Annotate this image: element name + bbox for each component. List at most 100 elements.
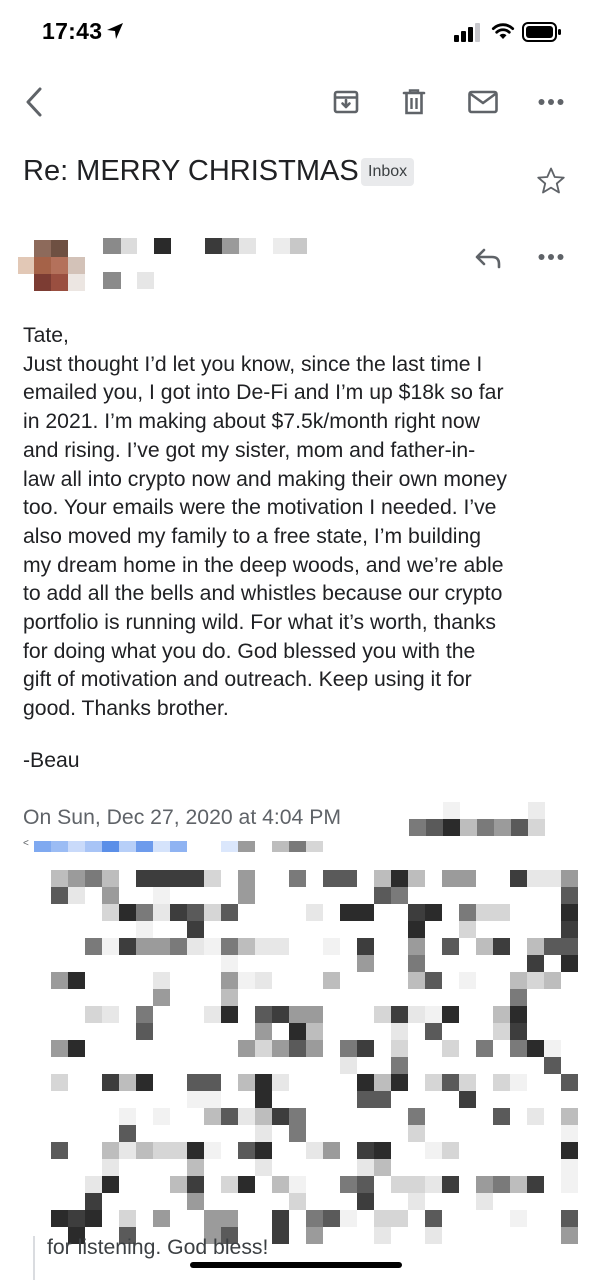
redaction-pixel	[204, 938, 221, 955]
redaction-pixel	[136, 870, 153, 887]
status-bar: 17:43	[0, 0, 592, 64]
redaction-pixel	[425, 1210, 442, 1227]
redaction-pixel	[68, 1210, 85, 1227]
redaction-pixel	[323, 1210, 340, 1227]
redaction-pixel	[340, 1210, 357, 1227]
redaction-pixel	[477, 819, 494, 836]
redaction-pixel	[561, 955, 578, 972]
body-line: Just thought I’d let you know, since the…	[23, 352, 483, 376]
redaction-pixel	[238, 841, 255, 852]
redaction-pixel	[306, 904, 323, 921]
redaction-pixel	[102, 904, 119, 921]
redaction-pixel	[289, 1108, 306, 1125]
redaction-pixel	[51, 972, 68, 989]
redaction-pixel	[153, 938, 170, 955]
redaction-pixel	[357, 1193, 374, 1210]
redaction-pixel	[561, 1227, 578, 1244]
more-horizontal-icon	[538, 99, 564, 105]
redaction-pixel	[510, 1074, 527, 1091]
redaction-pixel	[442, 1142, 459, 1159]
redaction-pixel	[561, 938, 578, 955]
redaction-pixel	[561, 1074, 578, 1091]
more-horizontal-icon	[538, 254, 564, 260]
redaction-pixel	[170, 1176, 187, 1193]
redaction-pixel	[102, 1006, 119, 1023]
redaction-pixel	[357, 955, 374, 972]
redaction-pixel	[459, 904, 476, 921]
message-more-button[interactable]	[530, 242, 572, 272]
redaction-pixel	[187, 1074, 204, 1091]
redaction-pixel	[272, 1074, 289, 1091]
redaction-pixel	[306, 1040, 323, 1057]
redaction-pixel	[443, 802, 460, 819]
back-button[interactable]	[14, 84, 54, 120]
redaction-pixel	[408, 870, 425, 887]
redaction-pixel	[493, 1176, 510, 1193]
redaction-pixel	[374, 1091, 391, 1108]
mail-icon	[468, 90, 498, 114]
star-button[interactable]	[531, 162, 571, 200]
delete-button[interactable]	[394, 84, 434, 120]
redaction-pixel	[221, 841, 238, 852]
redaction-pixel	[544, 1040, 561, 1057]
redaction-pixel	[119, 1142, 136, 1159]
redaction-pixel	[170, 1142, 187, 1159]
more-options-button[interactable]	[530, 86, 572, 118]
redaction-pixel	[476, 904, 493, 921]
redaction-pixel	[289, 1023, 306, 1040]
redaction-pixel	[510, 972, 527, 989]
redaction-pixel	[527, 1108, 544, 1125]
redaction-pixel	[85, 1193, 102, 1210]
redaction-pixel	[238, 1108, 255, 1125]
redaction-pixel	[425, 1006, 442, 1023]
redaction-pixel	[425, 1074, 442, 1091]
redaction-pixel	[119, 938, 136, 955]
body-line: emailed you, I got into De-Fi and I’m up…	[23, 381, 504, 405]
redaction-pixel	[442, 938, 459, 955]
redaction-pixel	[221, 955, 238, 972]
email-body: Tate, Just thought I’d let you know, sin…	[23, 322, 573, 724]
redaction-pixel	[374, 1074, 391, 1091]
redaction-pixel	[527, 1040, 544, 1057]
redaction-pixel	[153, 989, 170, 1006]
redaction-pixel	[255, 1074, 272, 1091]
redaction-pixel	[136, 904, 153, 921]
redaction-pixel	[238, 1040, 255, 1057]
body-line: to add all the bells and whistles becaus…	[23, 582, 503, 606]
reply-button[interactable]	[468, 240, 508, 276]
redaction-pixel	[340, 1040, 357, 1057]
redaction-pixel	[102, 1159, 119, 1176]
redaction-pixel	[136, 841, 153, 852]
sender-name-redacted[interactable]	[103, 238, 313, 292]
redaction-pixel	[187, 938, 204, 955]
back-arrow-icon	[26, 87, 42, 117]
archive-button[interactable]	[326, 84, 366, 120]
redaction-pixel	[306, 1023, 323, 1040]
inbox-label-chip[interactable]: Inbox	[361, 158, 415, 186]
redaction-pixel	[544, 938, 561, 955]
sender-avatar[interactable]	[18, 240, 86, 292]
mark-unread-button[interactable]	[461, 84, 505, 120]
redaction-pixel	[493, 1108, 510, 1125]
redaction-pixel	[221, 1006, 238, 1023]
body-line: Tate,	[23, 324, 69, 347]
redaction-pixel	[340, 904, 357, 921]
redaction-pixel	[527, 1176, 544, 1193]
redaction-pixel	[85, 841, 102, 852]
redaction-pixel	[528, 819, 545, 836]
body-line: good. Thanks brother.	[23, 697, 229, 721]
redaction-pixel	[561, 1159, 578, 1176]
redaction-pixel	[119, 904, 136, 921]
redaction-pixel	[408, 955, 425, 972]
redaction-pixel	[510, 1006, 527, 1023]
redaction-pixel	[425, 1227, 442, 1244]
redaction-pixel	[51, 887, 68, 904]
redaction-pixel	[442, 1176, 459, 1193]
redaction-pixel	[289, 1193, 306, 1210]
redaction-pixel	[119, 1074, 136, 1091]
redaction-pixel	[408, 1108, 425, 1125]
redaction-pixel	[153, 870, 170, 887]
redaction-pixel	[255, 972, 272, 989]
redaction-pixel	[323, 1142, 340, 1159]
redaction-pixel	[544, 1057, 561, 1074]
